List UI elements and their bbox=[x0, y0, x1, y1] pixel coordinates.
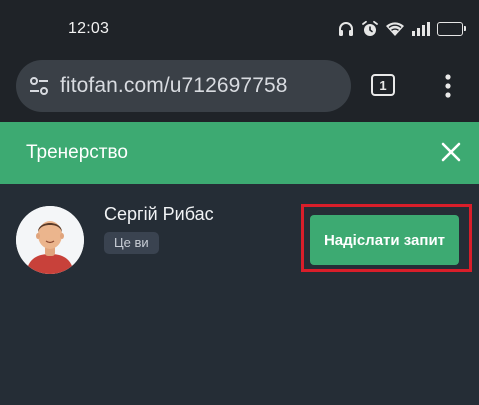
signal-icon bbox=[411, 21, 431, 37]
user-avatar bbox=[16, 206, 84, 274]
status-icons: 68 bbox=[337, 18, 466, 40]
site-settings-icon[interactable] bbox=[28, 75, 50, 97]
alarm-icon bbox=[361, 20, 379, 38]
profile-row: Сергій Рибас Це ви Надіслати запит bbox=[0, 184, 479, 405]
wifi-icon bbox=[385, 21, 405, 37]
status-badge: Це ви bbox=[104, 232, 159, 254]
coaching-header: Тренерство bbox=[0, 122, 479, 184]
tabs-button[interactable]: 1 bbox=[371, 74, 395, 96]
headphones-icon bbox=[337, 20, 355, 38]
status-time: 12:03 bbox=[68, 20, 110, 37]
more-vert-icon[interactable] bbox=[438, 72, 458, 100]
battery-icon: 68 bbox=[437, 22, 466, 36]
battery-level: 68 bbox=[443, 23, 457, 33]
browser-toolbar: fitofan.com/u712697758 1 bbox=[0, 58, 479, 122]
address-bar[interactable]: fitofan.com/u712697758 bbox=[16, 60, 351, 112]
url-text[interactable]: fitofan.com/u712697758 bbox=[60, 74, 288, 98]
modal-title: Тренерство bbox=[26, 142, 128, 163]
user-name: Сергій Рибас bbox=[104, 204, 214, 224]
send-request-button[interactable]: Надіслати запит bbox=[310, 215, 459, 265]
close-icon[interactable] bbox=[438, 139, 464, 165]
status-bar: 12:03 68 bbox=[0, 0, 479, 58]
tab-count: 1 bbox=[379, 77, 387, 93]
